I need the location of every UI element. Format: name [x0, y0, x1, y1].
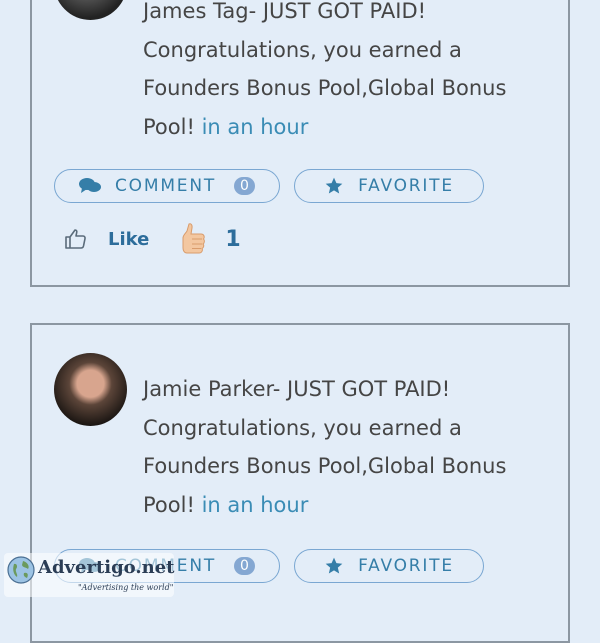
- advertigo-watermark: Advertigo.net "Advertising the world": [4, 553, 175, 597]
- favorite-button[interactable]: FAVORITE: [294, 169, 484, 203]
- watermark-tagline: "Advertising the world": [78, 583, 174, 592]
- globe-icon: [7, 556, 35, 584]
- thumbs-up-outline-icon[interactable]: [64, 227, 88, 251]
- like-row: Like 1: [64, 221, 241, 257]
- star-icon: [325, 557, 343, 574]
- favorite-button[interactable]: FAVORITE: [294, 549, 484, 583]
- comment-button[interactable]: COMMENT 0: [54, 169, 280, 203]
- comment-count-badge: 0: [234, 177, 255, 195]
- comment-count-badge: 0: [234, 557, 255, 575]
- favorite-label: FAVORITE: [358, 556, 454, 576]
- post-message: Congratulations, you earned a Founders B…: [143, 37, 507, 139]
- avatar[interactable]: [54, 0, 127, 20]
- post-text: James Tag- JUST GOT PAID! Congratulation…: [143, 0, 543, 146]
- like-button[interactable]: Like: [108, 229, 149, 250]
- comment-label: COMMENT: [115, 176, 217, 196]
- favorite-label: FAVORITE: [358, 176, 454, 196]
- post-text: Jamie Parker- JUST GOT PAID! Congratulat…: [143, 370, 543, 524]
- avatar[interactable]: [54, 353, 127, 426]
- post-card: James Tag- JUST GOT PAID! Congratulation…: [30, 0, 570, 287]
- post-time-link[interactable]: in an hour: [202, 115, 309, 139]
- comment-icon: [79, 178, 102, 193]
- watermark-brand: Advertigo.net: [38, 557, 175, 578]
- post-author-line: James Tag- JUST GOT PAID!: [143, 0, 427, 23]
- like-count: 1: [225, 226, 241, 252]
- post-message: Congratulations, you earned a Founders B…: [143, 415, 507, 517]
- thumbs-up-emoji-icon: [182, 223, 206, 254]
- star-icon: [325, 177, 343, 194]
- post-time-link[interactable]: in an hour: [202, 493, 309, 517]
- post-author-line: Jamie Parker- JUST GOT PAID!: [143, 377, 451, 401]
